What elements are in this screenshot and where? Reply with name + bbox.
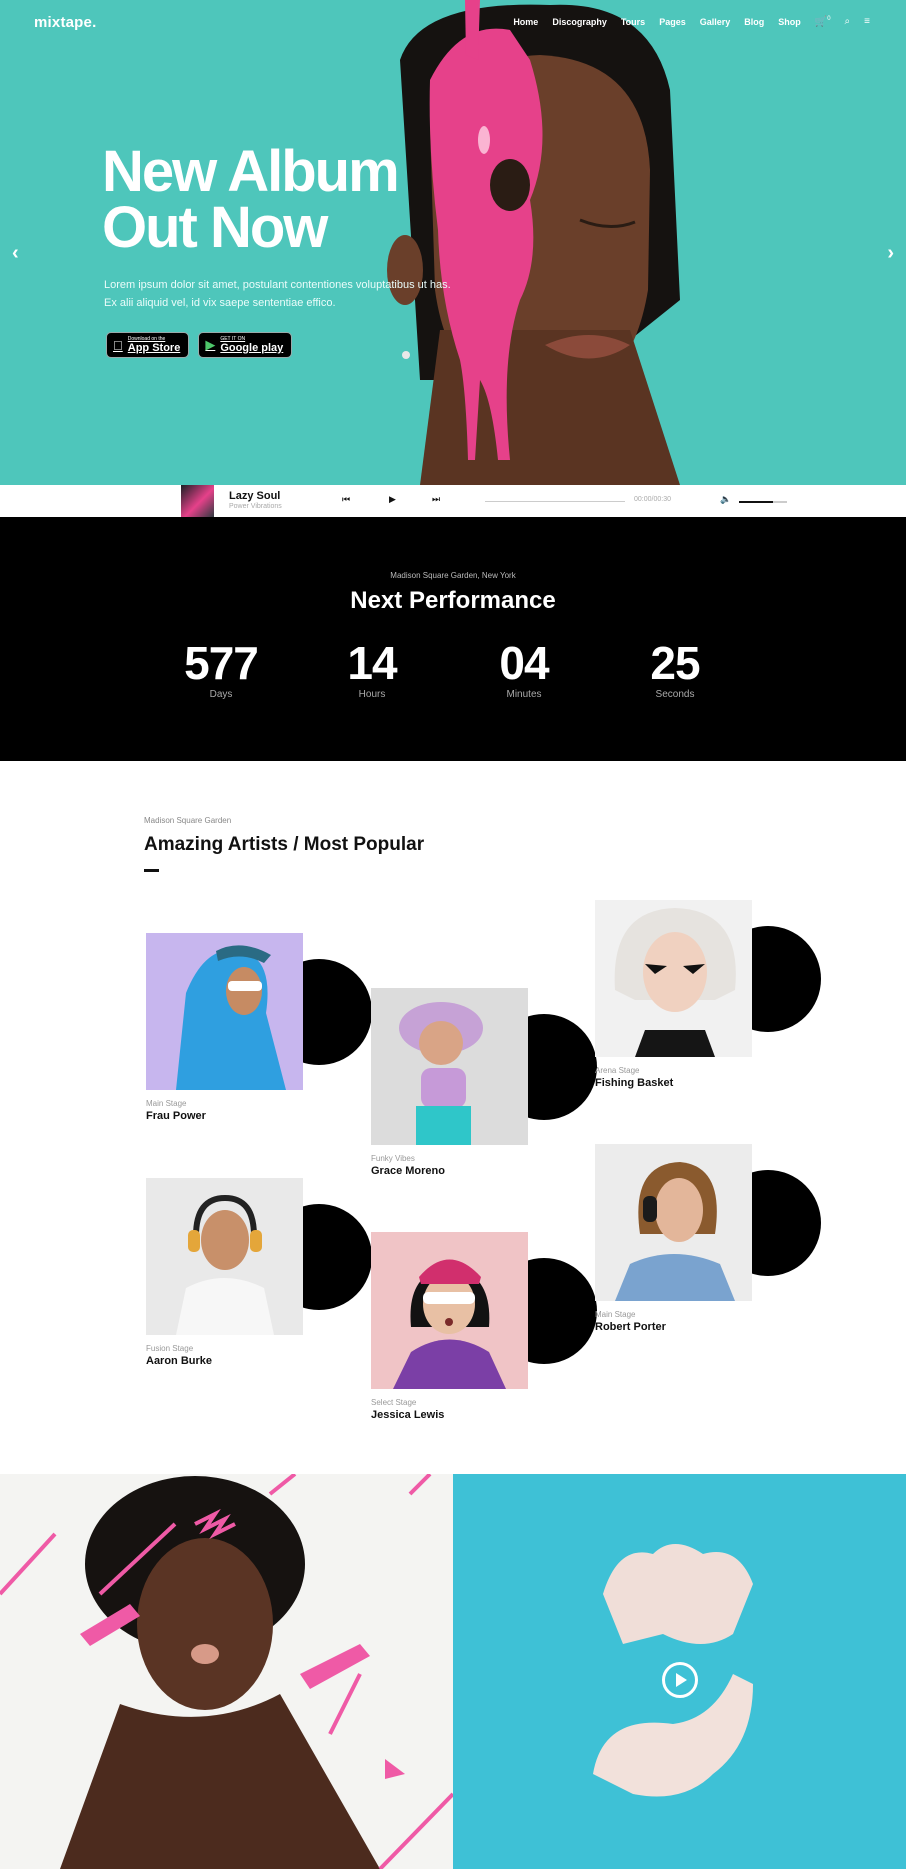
countdown-days: 577 Days [171,639,271,700]
countdown-hours-value: 14 [347,637,397,689]
play-icon [676,1673,687,1687]
track-time: 00:00/00:30 [634,496,671,503]
track-title: Lazy Soul [229,490,281,502]
track-info: Lazy Soul Power Vibrations [229,490,282,510]
countdown-minutes: 04 Minutes [474,639,574,700]
hero-text-line2: Ex alii aliquid vel, id vix saepe senten… [104,297,336,309]
featured-artist-image [0,1474,453,1869]
artist-name[interactable]: Grace Moreno [371,1165,445,1177]
countdown-seconds-value: 25 [650,637,700,689]
artist-name[interactable]: Robert Porter [595,1321,666,1333]
artist-photo [146,1178,303,1335]
track-artist: Power Vibrations [229,503,282,510]
volume-level [739,501,773,503]
artist-stage: Main Stage [146,1099,187,1108]
artist-photo [371,988,528,1145]
artist-name[interactable]: Fishing Basket [595,1077,673,1089]
countdown-days-value: 577 [184,637,259,689]
volume-slider[interactable] [739,501,787,503]
apple-icon:  [113,338,123,353]
play-icon[interactable]: ▶ [389,494,396,505]
track-cover-image [181,485,214,517]
featured-artist-illustration [0,1474,453,1869]
google-play-icon: ▶ [195,337,215,352]
title-divider [144,869,159,872]
audio-player: Lazy Soul Power Vibrations ⏮ ▶ ⏭ 00:00/0… [0,485,906,517]
google-play-button[interactable]: ▶ GET IT ON Google play [195,332,293,358]
artist-stage: Funky Vibes [371,1154,415,1163]
countdown-hours: 14 Hours [322,639,422,700]
track-progress-bar[interactable] [485,501,625,502]
artist-stage: Arena Stage [595,1066,640,1075]
menu-icon[interactable]: ≡ [864,16,870,27]
countdown-seconds-label: Seconds [655,689,695,700]
nav-tours[interactable]: Tours [621,17,645,27]
hero-description: Lorem ipsum dolor sit amet, postulant co… [104,276,464,312]
search-icon[interactable]: ⌕ [845,16,851,27]
next-track-icon[interactable]: ⏭ [432,494,440,505]
artist-stage: Select Stage [371,1398,417,1407]
artists-title: Amazing Artists / Most Popular [144,834,425,855]
artist-photo [595,900,752,1057]
artist-stage: Main Stage [595,1310,636,1319]
artist-stage: Fusion Stage [146,1344,194,1353]
nav-blog[interactable]: Blog [744,17,764,27]
prev-slide-arrow-icon[interactable]: ‹ [12,242,19,265]
nav-home[interactable]: Home [513,17,538,27]
main-nav: Home Discography Tours Pages Gallery Blo… [513,16,870,27]
next-slide-arrow-icon[interactable]: › [887,242,894,265]
performance-venue: Madison Square Garden, New York [390,571,516,580]
hero-title-line2: Out Now [102,195,328,260]
artist-photo [146,933,303,1090]
next-performance-section: Madison Square Garden, New York Next Per… [0,517,906,761]
countdown-days-label: Days [209,689,233,700]
nav-discography[interactable]: Discography [552,17,607,27]
video-play-button[interactable] [662,1662,698,1698]
nav-pages[interactable]: Pages [659,17,686,27]
artist-photo [371,1232,528,1389]
store-buttons:  Download on the App Store ▶ GET IT ON … [106,332,293,358]
hero-section: mixtape. Home Discography Tours Pages Ga… [0,0,906,485]
hero-title: New Album Out Now [102,143,522,257]
cart-count: 0 [827,16,831,22]
countdown-hours-label: Hours [358,689,386,700]
google-play-big: Google play [210,342,283,354]
hero-text-line1: Lorem ipsum dolor sit amet, postulant co… [104,279,451,291]
previous-track-icon[interactable]: ⏮ [342,494,350,505]
countdown-seconds: 25 Seconds [625,639,725,700]
volume-icon[interactable]: 🔈 [720,494,731,505]
countdown-minutes-label: Minutes [506,689,542,700]
app-store-big: App Store [118,342,181,354]
performance-title: Next Performance [350,587,556,614]
nav-shop[interactable]: Shop [778,17,801,27]
artist-name[interactable]: Aaron Burke [146,1355,212,1367]
artists-eyebrow: Madison Square Garden [144,816,232,825]
site-logo[interactable]: mixtape. [34,14,96,31]
countdown-minutes-value: 04 [499,637,549,689]
app-store-button[interactable]:  Download on the App Store [106,332,190,358]
artist-photo [595,1144,752,1301]
nav-gallery[interactable]: Gallery [700,17,731,27]
artist-name[interactable]: Jessica Lewis [371,1409,444,1421]
artist-name[interactable]: Frau Power [146,1110,206,1122]
cart-icon[interactable]: 🛒0 [815,16,831,27]
